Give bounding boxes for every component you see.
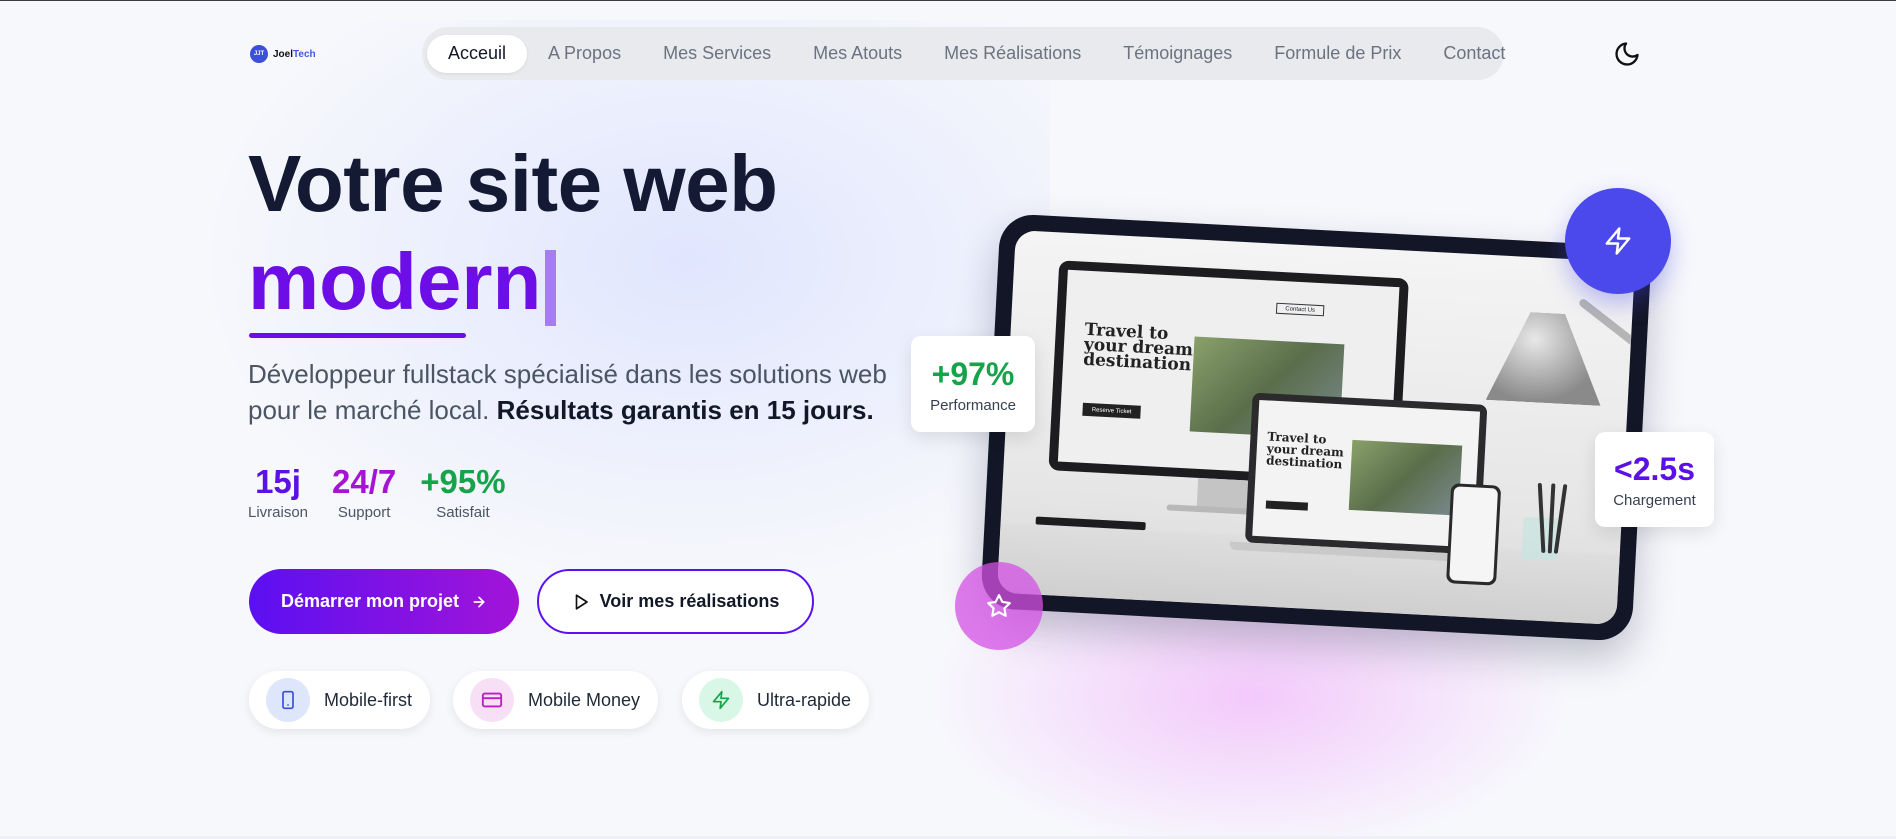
- pencils: [1530, 482, 1574, 554]
- nav-item-formule-de-prix[interactable]: Formule de Prix: [1253, 35, 1422, 73]
- hero-title-typed-word: modern: [248, 237, 542, 326]
- logo-mark: JJT: [250, 45, 268, 63]
- logo[interactable]: JJT JoelTech: [250, 45, 316, 63]
- metric-card-loading: <2.5s Chargement: [1595, 432, 1714, 527]
- phone: [1446, 483, 1502, 586]
- lamp-arm: [1577, 297, 1636, 354]
- view-work-button[interactable]: Voir mes réalisations: [537, 569, 814, 634]
- view-work-label: Voir mes réalisations: [599, 591, 780, 611]
- mockup-heading: Travel to your dream destination: [1082, 319, 1194, 376]
- zap-icon: [699, 678, 743, 722]
- stat-label: Livraison: [248, 504, 309, 521]
- top-border: [0, 0, 1896, 1]
- hero-illustration: Contact Us Travel to your dream destinat…: [980, 213, 1652, 642]
- stat-value: 15j: [255, 463, 301, 500]
- nav-item-contact[interactable]: Contact: [1422, 35, 1526, 73]
- hero-subtitle-strong: Résultats garantis en 15 jours.: [496, 395, 874, 425]
- stat-label: Satisfait: [436, 504, 490, 521]
- illustration-screen: Contact Us Travel to your dream destinat…: [996, 230, 1636, 625]
- feature-label: Mobile-first: [324, 689, 413, 710]
- typing-cursor: [545, 250, 556, 326]
- metric-value: <2.5s: [1614, 451, 1695, 487]
- mockup-reserve-button: Reserve Ticket: [1082, 402, 1141, 419]
- stat-value: +95%: [420, 463, 506, 500]
- star-badge: [955, 562, 1043, 650]
- phone-screen: [1449, 486, 1499, 583]
- title-underline: [249, 333, 466, 338]
- feature-chip-mobile-money: Mobile Money: [453, 671, 659, 729]
- metric-label: Performance: [930, 396, 1016, 414]
- play-icon: [575, 593, 588, 610]
- feature-chip-mobile-first: Mobile-first: [249, 671, 431, 729]
- stat-support: 24/7 Support: [332, 462, 396, 521]
- metric-card-performance: +97% Performance: [911, 336, 1035, 432]
- nav-item-mes-services[interactable]: Mes Services: [642, 35, 792, 73]
- nav-item-temoignages[interactable]: Témoignages: [1102, 35, 1253, 73]
- theme-toggle-button[interactable]: [1613, 40, 1641, 68]
- metric-label: Chargement: [1613, 492, 1696, 509]
- stat-delivery: 15j Livraison: [248, 462, 308, 521]
- star-icon: [987, 594, 1011, 617]
- smartphone-icon: [266, 678, 310, 722]
- logo-name-part1: Joel: [273, 48, 294, 60]
- nav-item-a-propos[interactable]: A Propos: [527, 35, 642, 73]
- laptop-website-mockup: Travel to your dream destination: [1252, 399, 1481, 548]
- moon-icon: [1615, 42, 1639, 66]
- stats-row: 15j Livraison 24/7 Support +95% Satisfai…: [248, 462, 506, 521]
- stat-label: Support: [337, 504, 391, 521]
- credit-card-icon: [470, 678, 514, 722]
- stat-value: 24/7: [332, 463, 397, 500]
- mockup-reserve-button: [1265, 500, 1309, 511]
- nav-item-mes-atouts[interactable]: Mes Atouts: [792, 35, 923, 73]
- feature-chip-ultra-rapide: Ultra-rapide: [682, 671, 870, 729]
- desk-lamp: [1486, 310, 1606, 406]
- logo-name-part2: Tech: [293, 48, 316, 60]
- start-project-label: Démarrer mon projet: [280, 591, 460, 611]
- stat-satisfaction: +95% Satisfait: [420, 462, 505, 521]
- bolt-badge[interactable]: [1565, 188, 1671, 294]
- hero-subtitle: Développeur fullstack spécialisé dans le…: [248, 356, 908, 428]
- nav-item-acceuil[interactable]: Acceuil: [427, 34, 528, 73]
- nav-item-mes-realisations[interactable]: Mes Réalisations: [923, 35, 1102, 73]
- main-nav: Acceuil A Propos Mes Services Mes Atouts…: [422, 27, 1505, 80]
- start-project-button[interactable]: Démarrer mon projet: [249, 569, 519, 634]
- mockup-landscape-image: [1348, 439, 1463, 516]
- zap-icon: [1605, 227, 1631, 255]
- arrow-right-icon: [473, 596, 485, 607]
- mockup-heading: Travel to your dream destination: [1265, 429, 1345, 472]
- metric-value: +97%: [931, 355, 1015, 392]
- hero-title-line1: Votre site web: [248, 139, 778, 228]
- mockup-contact-button: Contact Us: [1275, 302, 1325, 317]
- feature-label: Ultra-rapide: [757, 689, 852, 710]
- logo-text: JoelTech: [273, 49, 316, 60]
- feature-label: Mobile Money: [528, 689, 641, 710]
